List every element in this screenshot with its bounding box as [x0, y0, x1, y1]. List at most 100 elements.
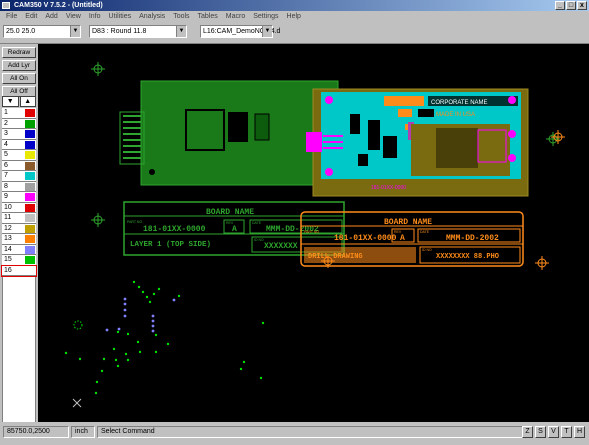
- layer-color-swatch[interactable]: [25, 214, 35, 222]
- chevron-down-icon[interactable]: ▼: [176, 26, 186, 37]
- snap-button[interactable]: S: [535, 426, 546, 438]
- zoom-button[interactable]: Z: [522, 426, 533, 438]
- layer-row-5[interactable]: 5: [2, 150, 36, 161]
- redraw-button[interactable]: Redraw: [2, 47, 36, 58]
- drawing-canvas[interactable]: CORPORATE NAME MADE IN USA 181-01XX-0000: [38, 44, 589, 422]
- green-id-label: ID NO: [254, 238, 264, 242]
- layer-row-15[interactable]: 15: [2, 255, 36, 266]
- layer-row-2[interactable]: 2: [2, 118, 36, 129]
- cyan-board-name-text: CORPORATE NAME: [431, 100, 488, 106]
- h-button[interactable]: H: [574, 426, 585, 438]
- fiducial-marker: [535, 256, 549, 270]
- layer-color-swatch[interactable]: [25, 109, 35, 117]
- green-layer-name: LAYER 1 (TOP SIDE): [130, 241, 211, 249]
- scroll-down-icon[interactable]: ▼: [2, 96, 19, 107]
- layer-color-swatch[interactable]: [25, 235, 35, 243]
- layer-color-swatch[interactable]: [25, 130, 35, 138]
- pcb-drawing: CORPORATE NAME MADE IN USA 181-01XX-0000: [64, 62, 565, 408]
- minimize-button[interactable]: _: [555, 1, 565, 10]
- menu-add[interactable]: Add: [41, 11, 61, 22]
- orange-id: XXXXXXXX 88.PHO: [436, 253, 499, 261]
- dcode-value: D83 : Round 11.8: [92, 28, 147, 35]
- layer-number: 4: [4, 140, 8, 148]
- layer-number: 10: [4, 203, 12, 211]
- dcode-select[interactable]: D83 : Round 11.8 ▼: [89, 25, 187, 38]
- fiducial-marker: [91, 62, 105, 76]
- menu-tools[interactable]: Tools: [169, 11, 193, 22]
- all-on-button[interactable]: All On: [2, 73, 36, 84]
- menu-info[interactable]: Info: [85, 11, 105, 22]
- maximize-button[interactable]: □: [566, 1, 576, 10]
- chevron-down-icon[interactable]: ▼: [70, 26, 80, 37]
- layer-row-7[interactable]: 7: [2, 171, 36, 182]
- orange-date-label: DATE: [420, 230, 430, 234]
- layer-number: 1: [4, 109, 8, 116]
- toolbar: 25.0 25.0 ▼ D83 : Round 11.8 ▼ L16:CAM_D…: [0, 22, 589, 44]
- menu-analysis[interactable]: Analysis: [135, 11, 169, 22]
- fiducial-marker: [91, 213, 105, 227]
- layer-row-16[interactable]: 16: [1, 264, 37, 277]
- layer-color-swatch[interactable]: [25, 266, 35, 275]
- layer-number: 14: [4, 245, 12, 253]
- menu-utilities[interactable]: Utilities: [105, 11, 136, 22]
- layer-row-4[interactable]: 4: [2, 139, 36, 150]
- layer-color-swatch[interactable]: [25, 161, 35, 170]
- close-button[interactable]: x: [577, 1, 587, 10]
- menu-macro[interactable]: Macro: [222, 11, 249, 22]
- layer-number: 12: [4, 224, 12, 232]
- layer-row-10[interactable]: 10: [2, 202, 36, 213]
- layer-color-swatch[interactable]: [25, 245, 35, 254]
- layer-color-swatch[interactable]: [25, 151, 35, 159]
- top-button[interactable]: T: [561, 426, 572, 438]
- layer-select[interactable]: L16:CAM_DemoNC3.4.d ▼: [200, 25, 280, 38]
- layer-color-swatch[interactable]: [25, 203, 35, 212]
- brown-board-part-text: 181-01XX-0000: [371, 185, 406, 191]
- layer-number: 11: [4, 214, 12, 221]
- orange-rev: A: [400, 234, 405, 243]
- view-button[interactable]: V: [548, 426, 559, 438]
- grid-select[interactable]: 25.0 25.0 ▼: [3, 25, 81, 38]
- cyan-board-origin-text: MADE IN USA: [436, 112, 475, 118]
- menu-edit[interactable]: Edit: [21, 11, 41, 22]
- layer-row-9[interactable]: 9: [2, 192, 36, 203]
- layer-row-6[interactable]: 6: [2, 160, 36, 171]
- drill-hits-blue: [105, 297, 176, 333]
- layer-row-3[interactable]: 3: [2, 129, 36, 140]
- layer-row-8[interactable]: 8: [2, 181, 36, 192]
- menu-settings[interactable]: Settings: [249, 11, 282, 22]
- menu-view[interactable]: View: [62, 11, 85, 22]
- window-title: CAM350 V 7.5.2 - (Untitled): [14, 2, 103, 9]
- menu-tables[interactable]: Tables: [194, 11, 222, 22]
- layer-color-swatch[interactable]: [25, 119, 35, 128]
- orange-id-label: ID NO: [422, 248, 432, 252]
- window-titlebar: CAM350 V 7.5.2 - (Untitled) _ □ x: [0, 0, 589, 11]
- layer-number: 2: [4, 119, 8, 127]
- layer-color-swatch[interactable]: [25, 182, 35, 191]
- orange-block-title: BOARD NAME: [384, 218, 432, 227]
- grid-value: 25.0 25.0: [6, 28, 36, 35]
- layer-row-13[interactable]: 13: [2, 234, 36, 245]
- layer-row-14[interactable]: 14: [2, 244, 36, 255]
- chevron-down-icon[interactable]: ▼: [262, 26, 272, 37]
- menu-file[interactable]: File: [2, 11, 21, 22]
- layer-color-swatch[interactable]: [25, 193, 35, 201]
- layer-color-swatch[interactable]: [25, 140, 35, 149]
- orange-date: MMM-DD-2002: [446, 234, 499, 243]
- layer-row-12[interactable]: 12: [2, 223, 36, 234]
- scroll-up-icon[interactable]: ▲: [19, 96, 36, 107]
- green-rev: A: [232, 225, 237, 234]
- green-part-no: 181-01XX-0000: [143, 225, 206, 234]
- layer-color-swatch[interactable]: [25, 172, 35, 180]
- layer-row-11[interactable]: 11: [2, 213, 36, 224]
- green-date-label: DATE: [252, 221, 262, 225]
- layer-number: 15: [4, 256, 12, 263]
- layer-color-swatch[interactable]: [25, 256, 35, 264]
- command-prompt: Select Command: [97, 426, 523, 438]
- add-layer-button[interactable]: Add Lyr: [2, 60, 36, 71]
- app-icon: [2, 2, 10, 9]
- layer-row-1[interactable]: 1: [2, 108, 36, 119]
- layer-color-swatch[interactable]: [25, 224, 35, 233]
- mounting-hole-ring: [73, 320, 83, 330]
- layer-number: 6: [4, 161, 8, 169]
- menu-help[interactable]: Help: [283, 11, 305, 22]
